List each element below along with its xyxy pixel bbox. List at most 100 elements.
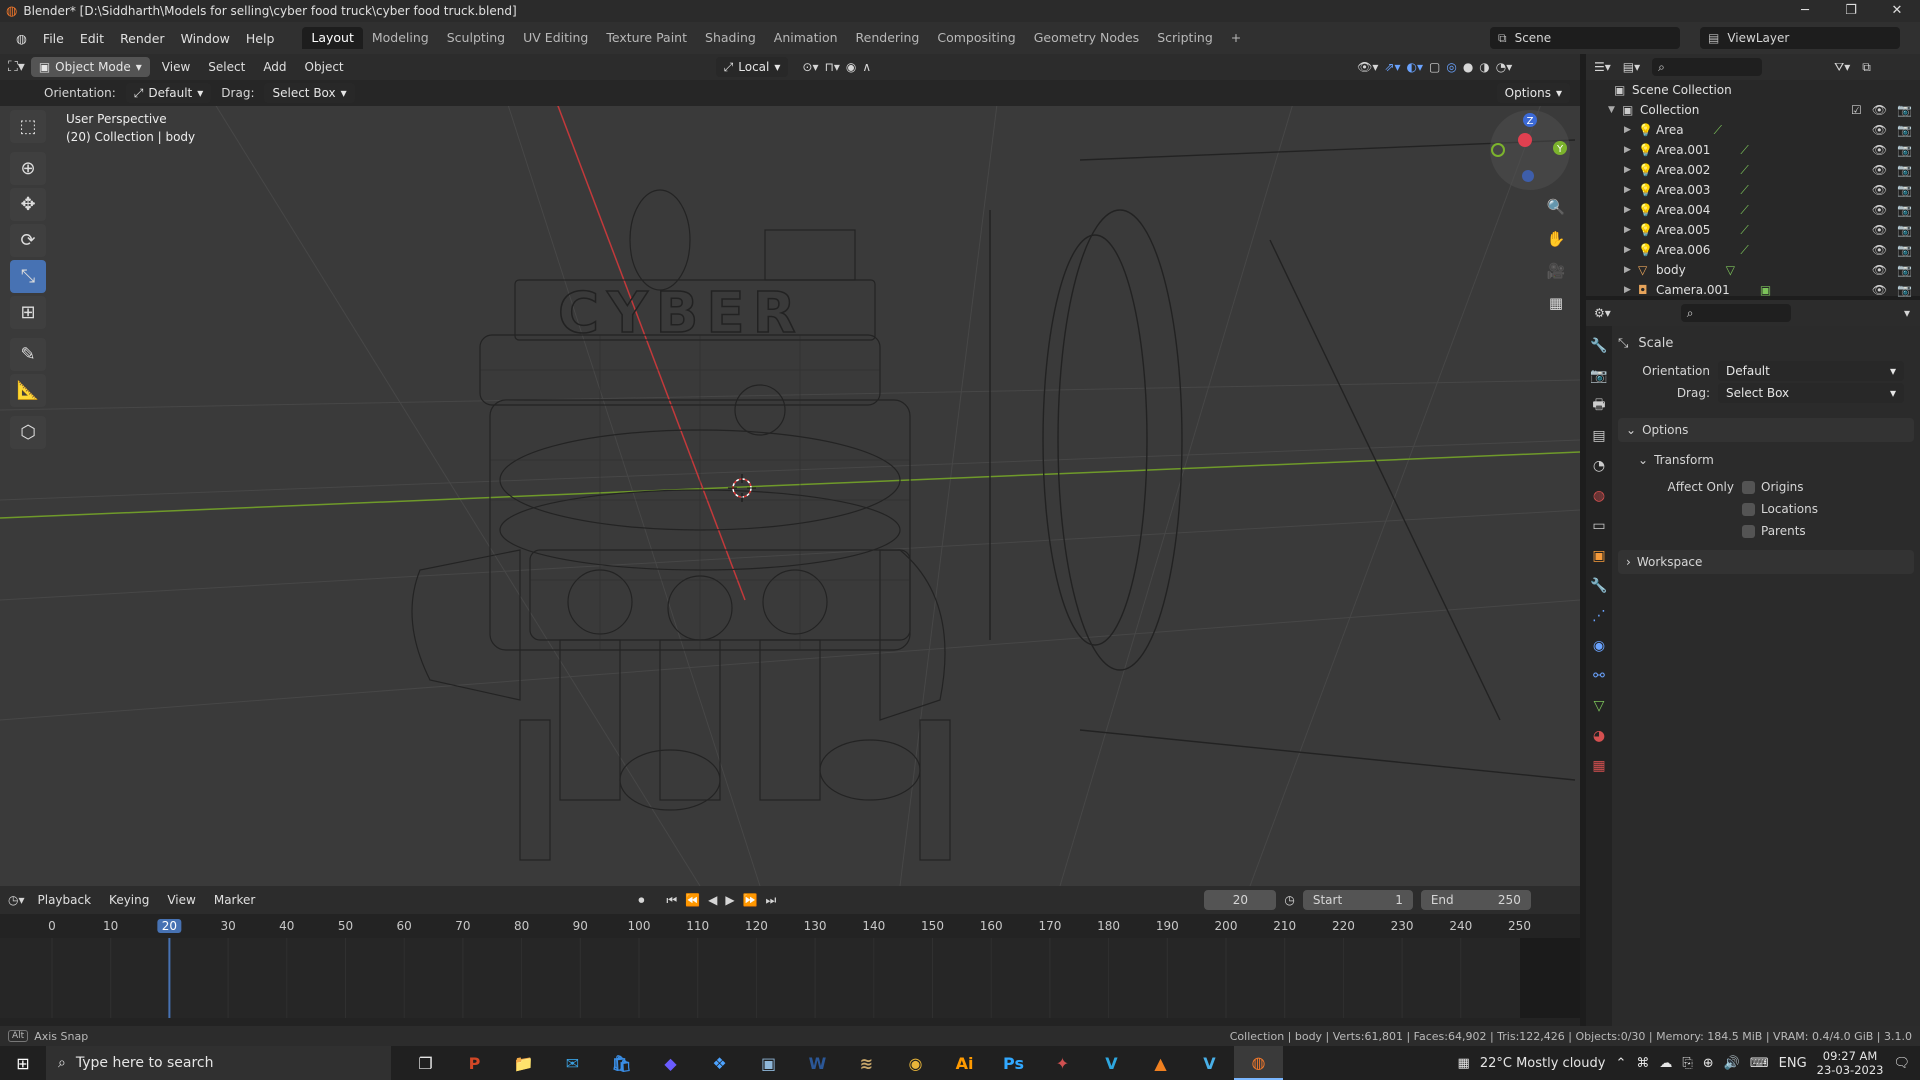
app-icon-4[interactable]: ✦	[1038, 1046, 1087, 1080]
notifications-icon[interactable]: 🗨	[1893, 1056, 1910, 1071]
editor-type-icon[interactable]: ⚙▾	[1594, 306, 1611, 320]
workspace-tab[interactable]: Texture Paint	[597, 27, 696, 49]
collection-tab-icon[interactable]: ▭	[1589, 516, 1609, 536]
network-icon[interactable]: ⊕	[1703, 1056, 1714, 1071]
view-layer-tab-icon[interactable]: ▤	[1589, 426, 1609, 446]
physics-tab-icon[interactable]: ◉	[1589, 636, 1609, 656]
light-data-icon[interactable]: ⟋	[1740, 203, 1748, 218]
eye-icon[interactable]: 👁	[1872, 183, 1887, 197]
texture-tab-icon[interactable]: ▦	[1589, 756, 1609, 776]
workspace-tab[interactable]: Shading	[696, 27, 765, 49]
camera-icon[interactable]: 📷	[1897, 243, 1912, 257]
jump-start-icon[interactable]: ⏮	[666, 893, 677, 908]
outliner-item[interactable]: ▶ 💡 Area.002 ⟋ 👁 📷	[1586, 160, 1920, 180]
eye-icon[interactable]: 👁	[1872, 103, 1887, 117]
maximize-button[interactable]: ❐	[1828, 0, 1874, 22]
word-icon[interactable]: W	[793, 1046, 842, 1080]
outliner-item[interactable]: ▶ 💡 Area.005 ⟋ 👁 📷	[1586, 220, 1920, 240]
outliner-item[interactable]: ▶ 💡 Area.006 ⟋ 👁 📷	[1586, 240, 1920, 260]
scale-tool[interactable]: ⤡	[10, 260, 46, 293]
add-cube-tool[interactable]: ⬡	[10, 416, 46, 449]
eye-icon[interactable]: 👁	[1872, 163, 1887, 177]
usb-icon[interactable]: ⎘	[1682, 1056, 1692, 1071]
menu-edit[interactable]: Edit	[72, 31, 112, 46]
playhead-frame-label[interactable]: 20	[157, 919, 182, 933]
zoom-icon[interactable]: 🔍	[1544, 195, 1568, 219]
ortho-grid-icon[interactable]: ▦	[1544, 291, 1568, 315]
record-icon[interactable]: ⏺	[638, 893, 644, 908]
workspace-tab[interactable]: Layout	[302, 27, 363, 49]
gizmo-toggle-icon[interactable]: ⇗▾	[1384, 60, 1400, 74]
camera-icon[interactable]: 📷	[1897, 143, 1912, 157]
scene-collection-row[interactable]: ▣ Scene Collection	[1586, 80, 1920, 100]
eye-icon[interactable]: 👁	[1872, 223, 1887, 237]
workspace-panel-header[interactable]: › Workspace	[1618, 550, 1914, 574]
timeline-track[interactable]	[0, 938, 1580, 1018]
parents-checkbox[interactable]	[1742, 524, 1755, 538]
output-tab-icon[interactable]: 🖶	[1589, 396, 1609, 416]
workspace-tab[interactable]: +	[1222, 27, 1250, 49]
constraints-tab-icon[interactable]: ⚯	[1589, 666, 1609, 686]
vlc-icon[interactable]: ▲	[1136, 1046, 1185, 1080]
select-box-tool[interactable]: ⬚	[10, 110, 46, 143]
falloff-icon[interactable]: ∧	[862, 60, 871, 74]
camera-data-icon[interactable]: ▣	[1760, 283, 1771, 297]
outliner-item[interactable]: ▶ 💡 Area.004 ⟋ 👁 📷	[1586, 200, 1920, 220]
copilot-icon[interactable]: ◆	[646, 1046, 695, 1080]
tool-tab-icon[interactable]: 🔧	[1589, 336, 1609, 356]
file-explorer-icon[interactable]: 📁	[499, 1046, 548, 1080]
next-keyframe-icon[interactable]: ⏩	[743, 893, 758, 907]
minimize-button[interactable]: ─	[1782, 0, 1828, 22]
menu-marker[interactable]: Marker	[209, 893, 260, 907]
workspace-tab[interactable]: Scripting	[1148, 27, 1222, 49]
expand-icon[interactable]: ▶	[1624, 165, 1638, 175]
origins-checkbox[interactable]	[1742, 480, 1755, 494]
search-field[interactable]: ⌕	[1680, 304, 1791, 322]
rotate-tool[interactable]: ⟳	[10, 224, 46, 257]
outliner-item[interactable]: ▶ 💡 Area.003 ⟋ 👁 📷	[1586, 180, 1920, 200]
menu-help[interactable]: Help	[238, 31, 283, 46]
expand-icon[interactable]: ▶	[1624, 245, 1638, 255]
search-field[interactable]: ⌕	[1652, 58, 1763, 76]
menu-object[interactable]: Object	[299, 60, 350, 74]
workspace-tab[interactable]: Rendering	[847, 27, 929, 49]
app-icon-3[interactable]: ≋	[842, 1046, 891, 1080]
xray-toggle-icon[interactable]: ▢	[1429, 60, 1440, 74]
eye-icon[interactable]: 👁	[1872, 243, 1887, 257]
clock-icon[interactable]: ◷	[1284, 893, 1294, 907]
editor-type-icon[interactable]: ☰▾	[1594, 60, 1611, 74]
mesh-data-icon[interactable]: ▽	[1726, 263, 1735, 277]
windows-start-icon[interactable]: ⊞	[0, 1054, 46, 1073]
timeline-ruler[interactable]: 0 10 20 30 40 50 60 70 80 90 100 110 120 130 140 150 160…	[0, 914, 1580, 938]
camera-icon[interactable]: 📷	[1897, 123, 1912, 137]
solid-shading-icon[interactable]: ●	[1463, 60, 1473, 74]
menu-select[interactable]: Select	[202, 60, 251, 74]
expand-icon[interactable]: ▶	[1624, 125, 1638, 135]
transform-orientation-selector[interactable]: ⤢ Local ▾	[715, 57, 789, 77]
scene-selector[interactable]: ⧉ Scene	[1490, 27, 1680, 49]
workspace-tab[interactable]: Modeling	[363, 27, 438, 49]
display-mode-icon[interactable]: ▤▾	[1623, 60, 1640, 74]
outliner-item[interactable]: ▶ ▽ body ▽ 👁 📷	[1586, 260, 1920, 280]
menu-view[interactable]: View	[162, 893, 200, 907]
menu-file[interactable]: File	[35, 31, 72, 46]
expand-icon[interactable]: ▶	[1624, 225, 1638, 235]
expand-icon[interactable]: ▶	[1624, 185, 1638, 195]
start-frame-field[interactable]: Start 1	[1302, 890, 1413, 910]
mode-selector[interactable]: ▣ Object Mode ▾	[30, 57, 150, 77]
app-icon-5[interactable]: V	[1185, 1046, 1234, 1080]
volume-icon[interactable]: 🔊	[1724, 1056, 1740, 1071]
overlay-toggle-icon[interactable]: ◐▾	[1406, 60, 1423, 74]
expand-icon[interactable]: ▶	[1624, 265, 1638, 275]
measure-tool[interactable]: 📐	[10, 374, 46, 407]
photoshop-icon[interactable]: Ps	[989, 1046, 1038, 1080]
particles-tab-icon[interactable]: ⋰	[1589, 606, 1609, 626]
render-tab-icon[interactable]: 📷	[1589, 366, 1609, 386]
3d-viewport[interactable]: CYBER User Perspective (20) Collection |…	[0, 80, 1580, 886]
camera-icon[interactable]: 📷	[1897, 263, 1912, 277]
locations-checkbox[interactable]	[1742, 502, 1755, 516]
expand-icon[interactable]: ▶	[1624, 285, 1638, 295]
outliner-item[interactable]: ▶ 💡 Area.001 ⟋ 👁 📷	[1586, 140, 1920, 160]
collection-row[interactable]: ▼ ▣ Collection ☑ 👁 📷	[1586, 100, 1920, 120]
options-panel-header[interactable]: ⌄ Options	[1618, 418, 1914, 442]
